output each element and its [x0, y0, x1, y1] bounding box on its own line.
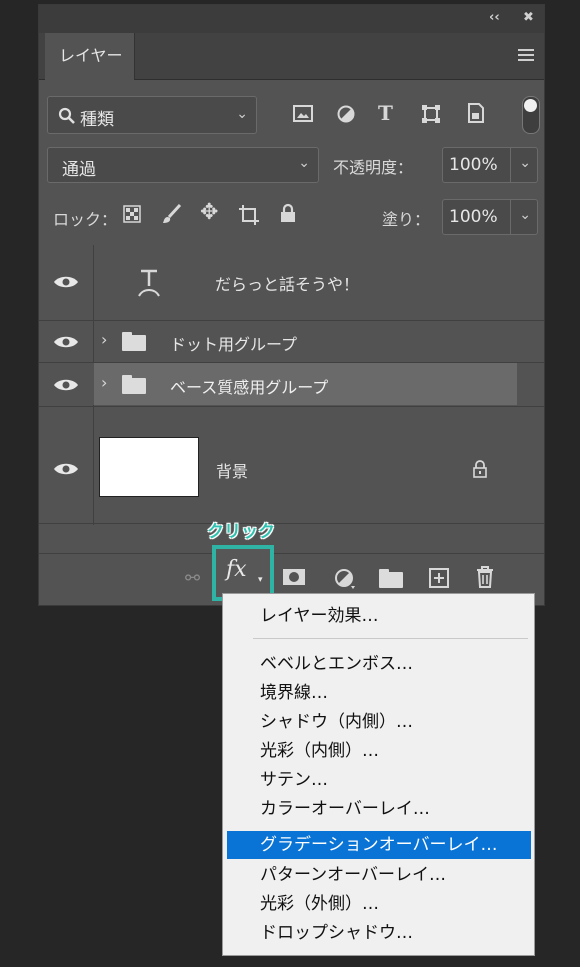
link-layers-icon[interactable]: ⚯: [185, 568, 200, 589]
layer-name[interactable]: ベース質感用グループ: [170, 374, 328, 398]
layer-thumbnail: [99, 437, 199, 497]
adjustment-filter-icon[interactable]: [337, 105, 355, 123]
opacity-label: 不透明度：: [333, 158, 414, 177]
collapse-icon[interactable]: ‹‹: [489, 10, 500, 25]
pixel-layer-filter-icon[interactable]: [293, 105, 313, 123]
type-filter-icon[interactable]: T: [378, 101, 393, 125]
filter-toggle-switch[interactable]: [522, 96, 540, 134]
eye-icon[interactable]: [53, 334, 79, 350]
tab-row: レイヤー: [39, 33, 544, 80]
close-icon[interactable]: ✖: [523, 10, 534, 25]
panel-titlebar: ‹‹ ✖: [39, 5, 544, 33]
menu-item-stroke[interactable]: 境界線…: [223, 679, 534, 707]
menu-item-inner-glow[interactable]: 光彩（内側）…: [223, 737, 534, 765]
lock-label: ロック：: [53, 210, 118, 229]
menu-item-drop-shadow[interactable]: ドロップシャドウ…: [223, 919, 534, 947]
layer-name[interactable]: だらっと話そうや！: [215, 271, 359, 295]
click-callout: クリック: [207, 522, 275, 542]
fx-icon: fx: [226, 557, 247, 582]
text-layer-icon: [138, 269, 160, 297]
menu-item-inner-shadow[interactable]: シャドウ（内側）…: [223, 708, 534, 736]
eye-icon[interactable]: [53, 461, 79, 477]
layer-name[interactable]: 背景: [216, 458, 248, 482]
chevron-right-icon[interactable]: ›: [101, 330, 107, 349]
folder-icon: [122, 375, 146, 394]
blend-mode-value: 通過: [62, 160, 96, 180]
layer-effects-menu: レイヤー効果… ベベルとエンボス… 境界線… シャドウ（内側）… 光彩（内側）……: [222, 593, 535, 956]
lock-transparent-pixels-icon[interactable]: [123, 205, 141, 223]
menu-item-gradient-overlay[interactable]: グラデーションオーバーレイ…: [227, 831, 531, 859]
lock-artboard-icon[interactable]: [238, 204, 260, 226]
eye-icon[interactable]: [53, 274, 79, 290]
blend-mode-select[interactable]: 通過 ⌄: [47, 147, 319, 183]
lock-icon: [473, 460, 487, 478]
fill-field[interactable]: 100% ⌄: [442, 199, 538, 235]
menu-item-pattern-overlay[interactable]: パターンオーバーレイ…: [223, 861, 534, 889]
chevron-down-icon[interactable]: ⌄: [519, 155, 531, 171]
layers-panel: ‹‹ ✖ レイヤー 種類 ⌄ T 通過 ⌄ 不透明度： 100% ⌄ ロック： …: [38, 4, 545, 606]
menu-item-bevel-emboss[interactable]: ベベルとエンボス…: [223, 650, 534, 678]
lock-all-icon[interactable]: [280, 203, 296, 223]
shape-filter-icon[interactable]: [421, 104, 441, 124]
chevron-right-icon[interactable]: ›: [101, 373, 107, 392]
lock-image-pixels-icon[interactable]: [162, 204, 182, 224]
filter-kind-select[interactable]: 種類 ⌄: [47, 96, 257, 134]
menu-item-satin[interactable]: サテン…: [223, 766, 534, 794]
new-layer-icon[interactable]: [429, 568, 449, 588]
add-mask-icon[interactable]: [282, 568, 306, 586]
eye-icon[interactable]: [53, 377, 79, 393]
filter-kind-label: 種類: [80, 110, 114, 130]
trash-icon[interactable]: [475, 566, 495, 588]
layer-row-text[interactable]: だらっと話そうや！: [39, 245, 544, 319]
layer-row-group[interactable]: › ドット用グループ: [39, 321, 544, 361]
tab-layers[interactable]: レイヤー: [45, 33, 135, 80]
layer-row-group-selected[interactable]: › ベース質感用グループ: [39, 363, 544, 405]
folder-icon: [122, 332, 146, 351]
new-group-icon[interactable]: [379, 569, 403, 588]
opacity-value: 100%: [449, 155, 498, 175]
menu-item-color-overlay[interactable]: カラーオーバーレイ…: [223, 795, 534, 823]
menu-item-outer-glow[interactable]: 光彩（外側）…: [223, 890, 534, 918]
lock-position-icon[interactable]: ✥: [200, 200, 218, 225]
layer-row-background[interactable]: 背景: [39, 407, 544, 503]
chevron-down-icon[interactable]: ⌄: [519, 207, 531, 223]
chevron-down-icon: ⌄: [236, 106, 248, 122]
search-icon: [58, 107, 75, 124]
fill-label: 塗り：: [382, 210, 431, 229]
opacity-field[interactable]: 100% ⌄: [442, 147, 538, 183]
panel-menu-icon[interactable]: [518, 49, 534, 64]
new-adjustment-layer-icon[interactable]: [334, 568, 356, 590]
layers-list: だらっと話そうや！ › ドット用グループ › ベース質感用グループ 背景: [39, 245, 544, 525]
fill-value: 100%: [449, 207, 498, 227]
layer-name[interactable]: ドット用グループ: [170, 331, 297, 355]
menu-item-layer-effects[interactable]: レイヤー効果…: [223, 602, 534, 630]
chevron-down-icon: ⌄: [298, 155, 310, 171]
smart-object-filter-icon[interactable]: [467, 103, 485, 123]
